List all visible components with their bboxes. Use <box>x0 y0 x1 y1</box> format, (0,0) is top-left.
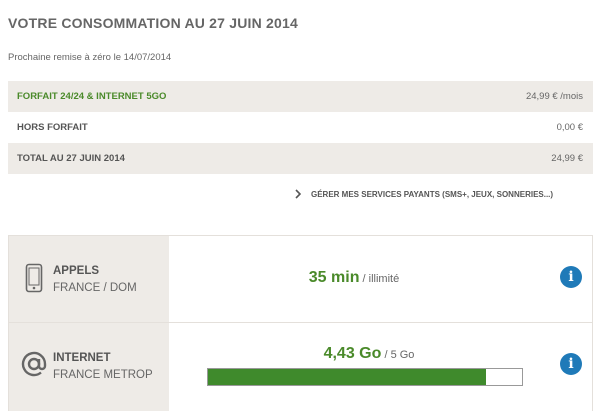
data-progress-fill <box>208 369 487 385</box>
usage-row-internet: INTERNET FRANCE METROP 4,43 Go / 5 Go i <box>9 323 592 411</box>
info-icon[interactable]: i <box>560 353 582 375</box>
summary-label: HORS FORFAIT <box>17 122 88 133</box>
usage-value-cell: 4,43 Go / 5 Go i <box>169 323 592 411</box>
manage-services-label: GÉRER MES SERVICES PAYANTS (SMS+, JEUX, … <box>311 189 554 199</box>
usage-subtitle: FRANCE / DOM <box>53 282 137 294</box>
summary-row-plan: FORFAIT 24/24 & INTERNET 5GO 24,99 € /mo… <box>8 81 593 112</box>
calls-amount: 35 min / illimité <box>169 269 539 287</box>
usage-panel: APPELS FRANCE / DOM 35 min / illimité i … <box>8 235 593 411</box>
internet-amount: 4,43 Go / 5 Go <box>207 345 531 363</box>
phone-icon <box>25 263 43 298</box>
page-title: VOTRE CONSOMMATION AU 27 JUIN 2014 <box>8 15 298 31</box>
summary-value: 24,99 € <box>551 153 583 164</box>
usage-label-cell: INTERNET FRANCE METROP <box>9 323 169 411</box>
internet-limit: / 5 Go <box>384 349 415 361</box>
calls-limit: / illimité <box>362 273 400 285</box>
summary-label: TOTAL AU 27 JUIN 2014 <box>17 153 125 164</box>
calls-used: 35 min <box>308 269 360 286</box>
summary-table: FORFAIT 24/24 & INTERNET 5GO 24,99 € /mo… <box>8 81 593 174</box>
manage-services-link[interactable]: GÉRER MES SERVICES PAYANTS (SMS+, JEUX, … <box>295 189 553 199</box>
usage-subtitle: FRANCE METROP <box>53 369 153 381</box>
chevron-right-icon <box>295 189 301 199</box>
usage-value-cell: 35 min / illimité i <box>169 236 592 322</box>
summary-value: 24,99 € /mois <box>525 91 583 102</box>
info-icon[interactable]: i <box>560 266 582 288</box>
summary-value: 0,00 € <box>556 122 583 133</box>
summary-row-extra: HORS FORFAIT 0,00 € <box>8 112 593 143</box>
usage-label-cell: APPELS FRANCE / DOM <box>9 236 169 322</box>
at-sign-icon <box>19 349 49 384</box>
data-progress-bar <box>207 368 523 386</box>
summary-row-total: TOTAL AU 27 JUIN 2014 24,99 € <box>8 143 593 174</box>
internet-used: 4,43 Go <box>323 345 382 362</box>
usage-title: APPELS <box>53 265 100 277</box>
reset-note: Prochaine remise à zéro le 14/07/2014 <box>8 52 172 63</box>
usage-title: INTERNET <box>53 352 111 364</box>
summary-label: FORFAIT 24/24 & INTERNET 5GO <box>17 91 167 102</box>
usage-row-calls: APPELS FRANCE / DOM 35 min / illimité i <box>9 236 592 323</box>
